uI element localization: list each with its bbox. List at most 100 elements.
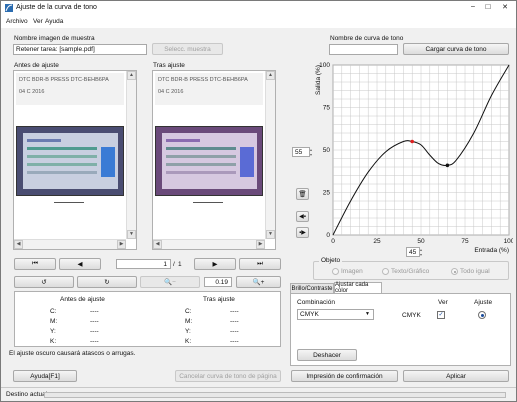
page-total: 1: [178, 261, 182, 268]
before-preview-text2: 04 C 2016: [19, 89, 45, 95]
sample-name-label: Nombre imagen de muestra: [14, 35, 95, 42]
output-spin-icon[interactable]: ▴ ▾: [310, 147, 315, 157]
before-horizontal-scrollbar[interactable]: ◀ ▶: [14, 239, 126, 249]
last-page-icon: ⏭: [257, 260, 263, 267]
tone-curve-chart[interactable]: 0 25 50 75 100 0 25 50 75 100 Entrada (%) Salida (%…: [291, 59, 515, 257]
after-preview-image: [155, 126, 263, 196]
after-channel-value: ----: [230, 308, 239, 315]
object-radio-0[interactable]: [332, 268, 339, 275]
values-table: Antes de ajuste Tras ajuste C: ---- C: ----…: [14, 291, 281, 347]
curve-name-field[interactable]: [329, 44, 398, 55]
rotate-left-button[interactable]: ↺: [14, 276, 74, 288]
y-tick-label: 75: [323, 105, 331, 112]
scroll-down-icon[interactable]: ▼: [266, 230, 275, 239]
select-sample-button[interactable]: Selecc. muestra: [152, 43, 223, 55]
adjust-header: Ajuste: [474, 299, 493, 306]
scroll-right-icon[interactable]: ▶: [256, 240, 265, 249]
status-destination-label: Destino actual: [6, 391, 48, 398]
scroll-right-icon[interactable]: ▶: [117, 240, 126, 249]
before-channel-label: K:: [50, 338, 57, 345]
x-tick-label: 0: [331, 238, 335, 245]
title-bar: Ajuste de la curva de tono – □ ✕: [1, 1, 516, 16]
apply-button[interactable]: Aplicar: [403, 370, 509, 382]
cmyk-row-label: CMYK: [402, 312, 421, 319]
after-preview-text1: DTC BDR-B PRESS DTC-BEHB6PA: [158, 77, 248, 83]
adjust-radio[interactable]: [478, 311, 486, 319]
before-preview-panel: DTC BDR-B PRESS DTC-BEHB6PA 04 C 2016 ▲ …: [13, 70, 137, 250]
input-value-field[interactable]: 45: [406, 247, 420, 257]
after-channel-label: Y:: [185, 328, 191, 335]
y-tick-label: 50: [323, 147, 331, 154]
page-number-field[interactable]: 1: [116, 259, 171, 269]
zoom-field[interactable]: 0.19: [204, 277, 232, 287]
after-preview-panel: DTC BDR-B PRESS DTC-BEHB6PA 04 C 2016 ▲ …: [152, 70, 276, 250]
menu-bar: Archivo Ver Ayuda: [1, 16, 516, 28]
output-value-field[interactable]: 55: [292, 147, 310, 157]
x-tick-label: 100: [504, 238, 513, 245]
zoom-out-button[interactable]: 🔍−: [140, 276, 200, 288]
sample-name-field[interactable]: Retener tarea: [sample.pdf]: [13, 44, 147, 55]
object-option-label: Todo igual: [460, 268, 490, 275]
before-preview-line: [54, 202, 84, 203]
view-checkbox[interactable]: ✓: [437, 311, 445, 319]
page-separator: /: [173, 261, 175, 268]
next-point-button[interactable]: ▪▶: [296, 227, 309, 238]
after-channel-label: K:: [185, 338, 192, 345]
menu-ayuda[interactable]: Ayuda: [45, 18, 63, 25]
prev-page-button[interactable]: ◀: [59, 258, 101, 270]
zoom-out-icon: 🔍−: [164, 279, 176, 286]
print-confirm-button[interactable]: Impresión de confirmación: [291, 370, 398, 382]
scroll-up-icon[interactable]: ▲: [266, 71, 275, 80]
first-page-icon: ⏮: [32, 260, 38, 267]
after-horizontal-scrollbar[interactable]: ◀ ▶: [153, 239, 265, 249]
input-spin-icon[interactable]: ▴ ▾: [420, 247, 425, 257]
scroll-up-icon[interactable]: ▲: [127, 71, 136, 80]
tab-adjust-each-color[interactable]: Ajustar cada color: [334, 282, 382, 294]
after-vertical-scrollbar[interactable]: ▲ ▼: [265, 71, 275, 239]
prev-point-icon: ◀▪: [299, 214, 306, 220]
object-option-label: Texto/Gráfico: [391, 268, 430, 275]
last-page-button[interactable]: ⏭: [239, 258, 281, 270]
zoom-in-button[interactable]: 🔍+: [236, 276, 281, 288]
delete-point-button[interactable]: 🗑: [296, 188, 309, 200]
after-preview-text2: 04 C 2016: [158, 89, 184, 95]
rotate-right-button[interactable]: ↻: [77, 276, 137, 288]
before-channel-value: ----: [90, 308, 99, 315]
after-channel-value: ----: [230, 328, 239, 335]
curve-control-point: [445, 163, 450, 168]
curve-control-point: [410, 139, 414, 144]
before-adjust-label: Antes de ajuste: [14, 62, 59, 69]
combination-select[interactable]: CMYK ▼: [297, 309, 374, 320]
close-button[interactable]: ✕: [499, 3, 511, 11]
first-page-button[interactable]: ⏮: [14, 258, 56, 270]
rotate-right-icon: ↻: [104, 279, 110, 286]
trash-icon: 🗑: [298, 191, 307, 198]
prev-point-button[interactable]: ◀▪: [296, 211, 309, 222]
cancel-curve-button[interactable]: Cancelar curva de tono de página: [175, 370, 281, 382]
maximize-button[interactable]: □: [482, 2, 494, 11]
before-preview-text1: DTC BDR-B PRESS DTC-BEHB6PA: [19, 77, 109, 83]
scroll-left-icon[interactable]: ◀: [14, 240, 23, 249]
scroll-down-icon[interactable]: ▼: [127, 230, 136, 239]
undo-button[interactable]: Deshacer: [297, 349, 357, 361]
before-channel-label: M:: [50, 318, 58, 325]
load-curve-button[interactable]: Cargar curva de tono: [403, 43, 509, 55]
tab-bar: Brillo/Contraste Ajustar cada color: [290, 282, 510, 294]
scroll-left-icon[interactable]: ◀: [153, 240, 162, 249]
before-channel-label: C:: [50, 308, 57, 315]
minimize-button[interactable]: –: [467, 3, 479, 10]
tab-brightness-contrast[interactable]: Brillo/Contraste: [290, 283, 334, 293]
warning-text: El ajuste oscuro causará atascos o arrug…: [9, 350, 136, 357]
y-tick-label: 25: [323, 190, 331, 197]
before-vertical-scrollbar[interactable]: ▲ ▼: [126, 71, 136, 239]
menu-archivo[interactable]: Archivo: [6, 18, 28, 25]
object-radio-1[interactable]: [382, 268, 389, 275]
object-group: Objeto Imagen Texto/Gráfico Todo igual: [313, 257, 509, 280]
object-radio-2[interactable]: [451, 268, 458, 275]
next-page-button[interactable]: ▶: [194, 258, 236, 270]
menu-ver[interactable]: Ver: [33, 18, 43, 25]
after-channel-value: ----: [230, 338, 239, 345]
help-button[interactable]: Ayuda[F1]: [13, 370, 77, 382]
tone-curve-svg[interactable]: 0 25 50 75 1000255075100Entrada (%)Salida (%…: [291, 59, 515, 257]
status-progress-track: [44, 392, 506, 398]
